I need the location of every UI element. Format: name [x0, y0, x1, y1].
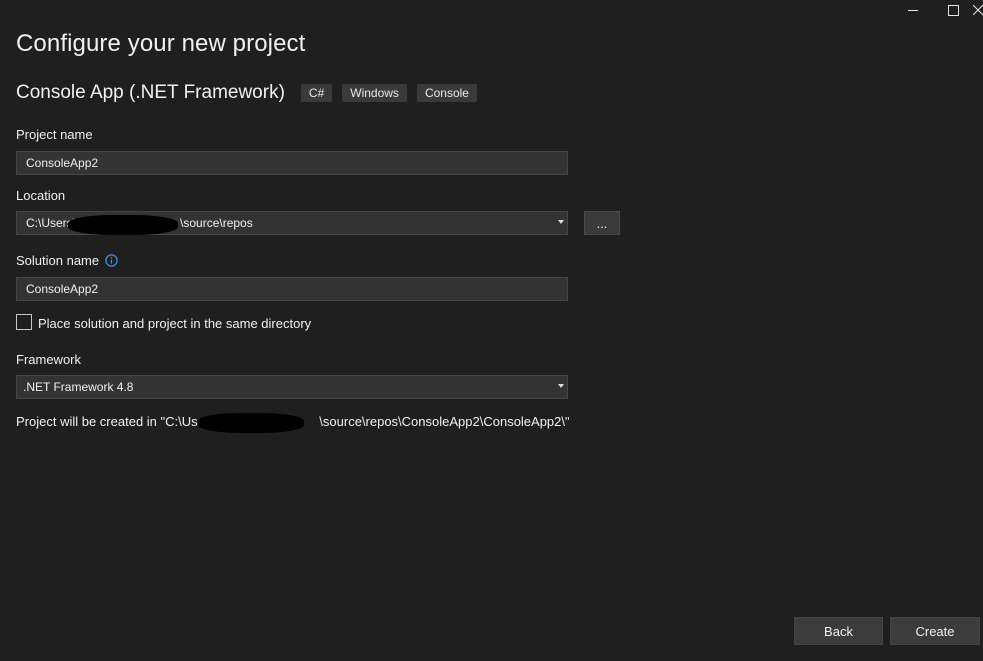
solution-name-label: Solution name [16, 253, 100, 268]
location-label: Location [16, 188, 66, 203]
redaction-mark [198, 413, 304, 433]
project-path-prefix: Project will be created in "C:\Users\ [16, 414, 220, 429]
solution-name-value: ConsoleApp2 [26, 282, 99, 296]
back-button[interactable]: Back [794, 617, 883, 645]
create-button[interactable]: Create [890, 617, 980, 645]
tag-platform: Windows [342, 84, 407, 102]
window-controls [893, 0, 983, 20]
template-name: Console App (.NET Framework) [16, 82, 285, 103]
redaction-mark [68, 215, 178, 235]
project-path-suffix: \source\repos\ConsoleApp2\ConsoleApp2\" [319, 414, 570, 429]
location-suffix: \source\repos [180, 216, 253, 230]
framework-select[interactable]: .NET Framework 4.8 [16, 375, 568, 399]
project-name-label: Project name [16, 127, 93, 142]
framework-value: .NET Framework 4.8 [23, 380, 134, 394]
browse-button[interactable]: ... [584, 211, 620, 235]
solution-name-label-row: Solution name [16, 253, 118, 270]
close-icon[interactable] [973, 0, 983, 20]
template-header: Console App (.NET Framework) C# Windows … [16, 82, 487, 104]
same-directory-label[interactable]: Place solution and project in the same d… [38, 316, 311, 331]
tag-language: C# [300, 84, 333, 102]
tag-project-type: Console [416, 84, 477, 102]
info-icon[interactable] [105, 253, 118, 270]
minimize-icon[interactable] [893, 0, 933, 20]
same-directory-checkbox[interactable] [16, 314, 32, 330]
solution-name-input[interactable]: ConsoleApp2 [16, 277, 568, 301]
project-name-input[interactable]: ConsoleApp2 [16, 151, 568, 175]
project-name-value: ConsoleApp2 [26, 156, 99, 170]
chevron-down-icon[interactable] [558, 220, 564, 224]
chevron-down-icon[interactable] [558, 384, 564, 388]
framework-label: Framework [16, 352, 82, 367]
page-title: Configure your new project [16, 30, 306, 57]
maximize-icon[interactable] [933, 0, 973, 20]
